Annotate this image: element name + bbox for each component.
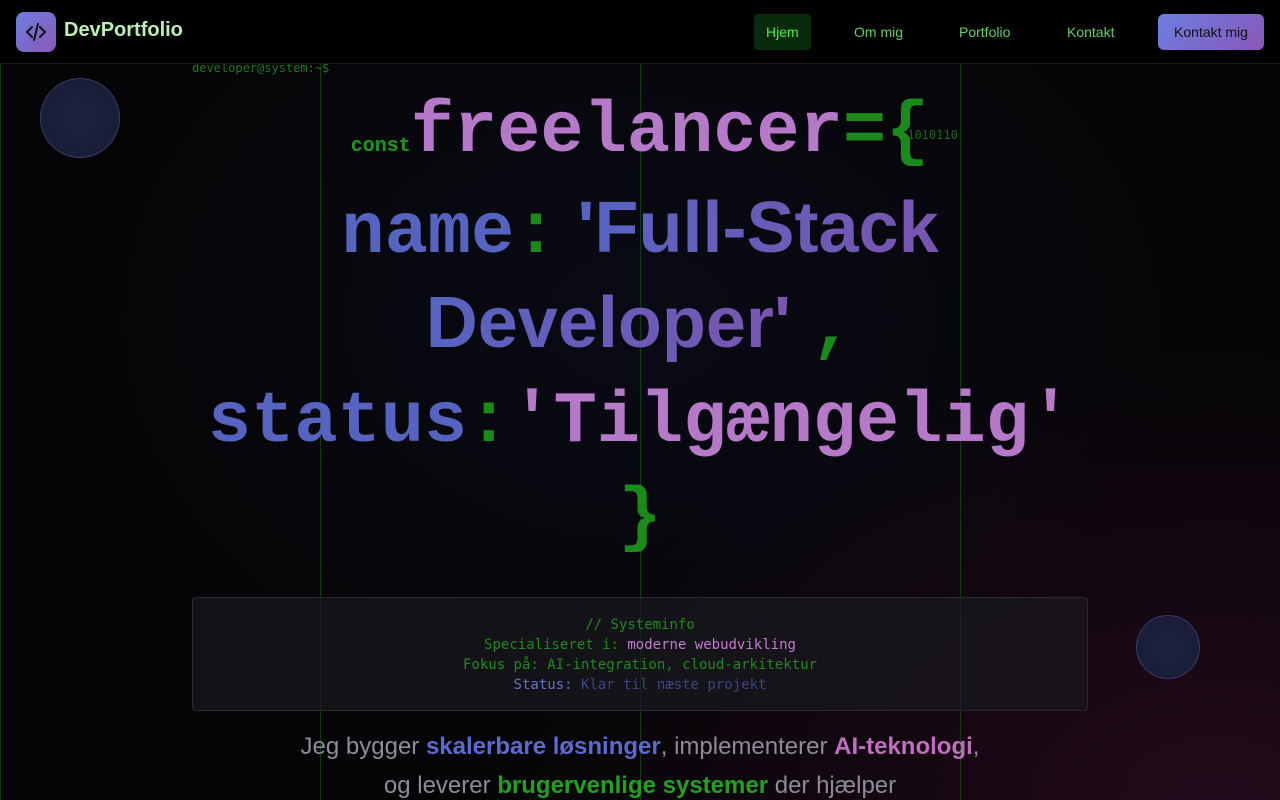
- top-navbar: DevPortfolio Hjem Om mig Portfolio Konta…: [0, 0, 1280, 64]
- nav-link-portfolio[interactable]: Portfolio: [947, 14, 1022, 50]
- code-name-value: 'Full-Stack: [577, 188, 939, 268]
- code-line-1: constfreelancer={: [0, 92, 1280, 187]
- nav-link-hjem[interactable]: Hjem: [754, 14, 811, 50]
- tagline-highlight: brugervenlige systemer: [497, 772, 769, 799]
- sysinfo-status-label: Status:: [513, 677, 573, 693]
- tagline-text: , implementerer: [660, 733, 835, 760]
- nav-link-kontakt[interactable]: Kontakt: [1055, 14, 1126, 50]
- hero-tagline: Jeg bygger skalerbare løsninger, impleme…: [300, 727, 980, 800]
- sysinfo-comment: // Systeminfo: [585, 617, 695, 633]
- system-info-box: // Systeminfo Specialiseret i: moderne w…: [192, 597, 1088, 711]
- code-comma: ,: [811, 287, 855, 369]
- code-name-key: name: [341, 192, 515, 274]
- tagline-text: der hjælper: [768, 772, 897, 799]
- code-line-2: name: 'Full-Stack: [0, 188, 1280, 273]
- tagline-text: Jeg bygger: [300, 733, 426, 760]
- code-keyword: const: [350, 135, 411, 158]
- tagline-highlight: AI-teknologi: [834, 733, 973, 760]
- sysinfo-specialized-value: moderne webudvikling: [627, 637, 796, 653]
- code-line-5: }: [0, 478, 1280, 558]
- contact-me-button[interactable]: Kontakt mig: [1158, 14, 1264, 50]
- code-line-3: Developer' ,: [0, 283, 1280, 368]
- code-close-brace: }: [618, 477, 662, 559]
- code-status-key: status: [207, 381, 468, 463]
- tagline-highlight: skalerbare løsninger: [425, 733, 661, 760]
- code-icon: [26, 23, 46, 41]
- code-colon: :: [467, 381, 511, 463]
- sysinfo-specialized-label: Specialiseret i:: [484, 637, 619, 653]
- logo[interactable]: [16, 12, 56, 52]
- code-name-value-cont: Developer': [425, 283, 792, 363]
- sysinfo-status: Status: Klar til næste projekt: [193, 675, 1087, 695]
- code-assign-open: ={: [842, 91, 930, 173]
- brand-name[interactable]: DevPortfolio: [64, 19, 183, 42]
- code-colon: :: [514, 192, 558, 274]
- decorative-orb: [1136, 615, 1200, 679]
- sysinfo-specialized: Specialiseret i: moderne webudvikling: [193, 635, 1087, 655]
- sysinfo-status-value: Klar til næste projekt: [581, 677, 767, 693]
- code-line-4: status:'Tilgængelig': [0, 382, 1280, 462]
- sysinfo-focus: Fokus på: AI-integration, cloud-arkitekt…: [462, 657, 817, 673]
- nav-link-om-mig[interactable]: Om mig: [842, 14, 915, 50]
- code-variable-name: freelancer: [410, 91, 843, 173]
- code-status-value: 'Tilgængelig': [510, 381, 1073, 463]
